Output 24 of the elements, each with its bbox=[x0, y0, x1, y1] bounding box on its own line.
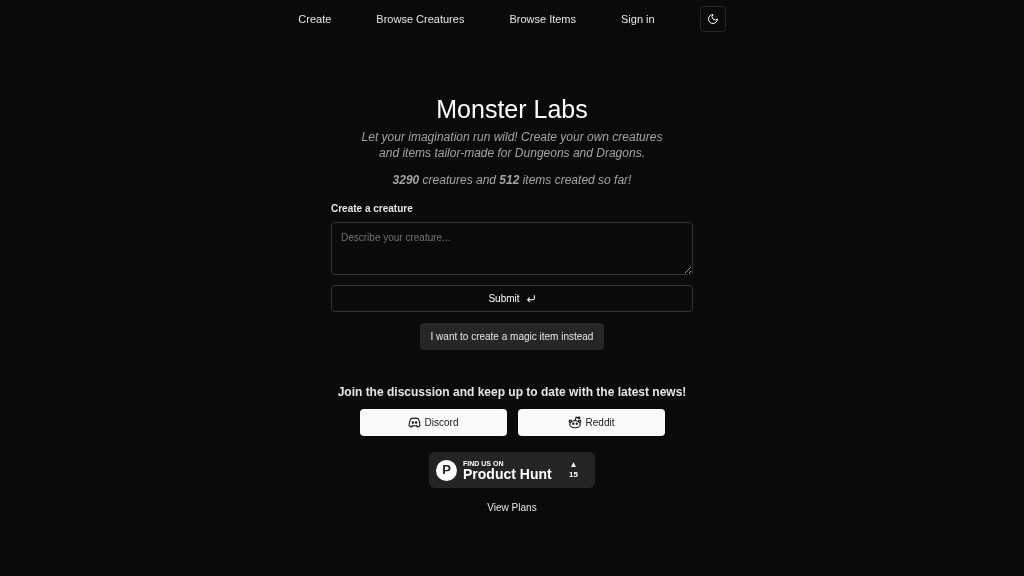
moon-icon bbox=[706, 13, 719, 25]
community-heading: Join the discussion and keep up to date with the latest news! bbox=[337, 384, 687, 401]
product-hunt-logo: P bbox=[436, 459, 457, 481]
submit-button[interactable]: Submit bbox=[331, 285, 693, 312]
page-title: Monster Labs bbox=[436, 94, 588, 124]
tagline: Let your imagination run wild! Create your own creatures and items tailor-made for Dungeons and Dragons. bbox=[360, 129, 664, 161]
discord-icon bbox=[407, 417, 421, 428]
view-plans-link[interactable]: View Plans bbox=[487, 500, 537, 515]
reddit-button[interactable]: Reddit bbox=[517, 409, 665, 436]
nav-link[interactable]: Create bbox=[298, 10, 332, 28]
creature-input[interactable]: Describe your creature... bbox=[331, 222, 693, 275]
magic-item-button[interactable]: I want to create a magic item instead bbox=[419, 323, 605, 350]
enter-icon bbox=[525, 294, 536, 303]
nav-link[interactable]: Browse Creatures bbox=[376, 10, 465, 28]
reddit-icon bbox=[567, 416, 582, 429]
upvote-arrow: ▲ bbox=[569, 461, 578, 469]
nav-link[interactable]: Browse Items bbox=[509, 10, 577, 28]
upvote-count: 15 bbox=[569, 471, 578, 479]
stats-text: 3290 creatures and 512 items created so far! bbox=[392, 172, 632, 189]
theme-toggle-button[interactable] bbox=[699, 6, 726, 32]
field-label: Create a creature bbox=[331, 202, 414, 216]
badge-name: Product Hunt bbox=[463, 466, 552, 481]
discord-button[interactable]: Discord bbox=[359, 409, 507, 436]
nav-link[interactable]: Sign in bbox=[621, 10, 655, 28]
